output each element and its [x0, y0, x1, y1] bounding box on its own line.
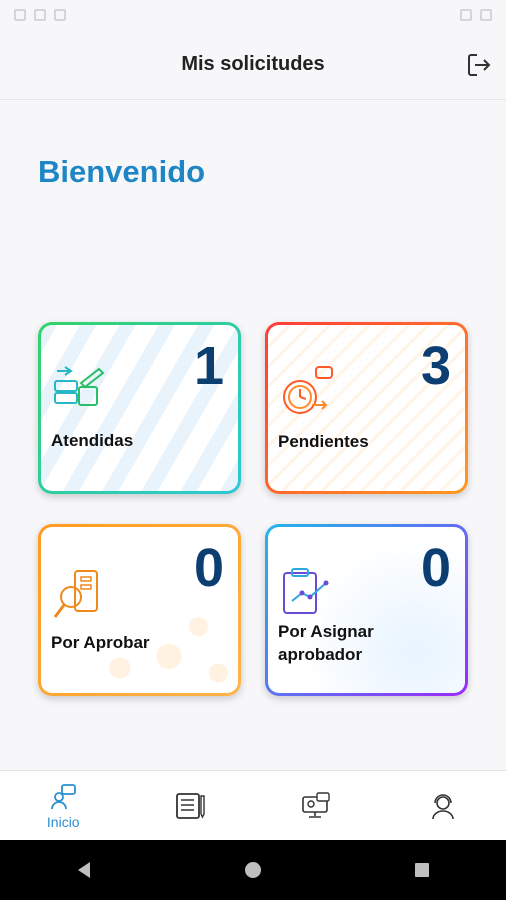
page-title: Mis solicitudes: [181, 53, 325, 75]
card-por-aprobar[interactable]: 0 Por Aprobar: [38, 524, 241, 696]
card-label: Por Asignar aprobador: [278, 620, 374, 666]
card-label-line: aprobador: [278, 645, 363, 664]
card-pendientes[interactable]: 3 Pendientes: [265, 322, 468, 494]
card-label: Pendientes: [278, 432, 369, 451]
nav-requests[interactable]: [127, 771, 254, 840]
card-label: Atendidas: [51, 431, 134, 450]
support-agent-icon: [431, 793, 454, 819]
card-count: 1: [193, 336, 224, 396]
assign-approver-icon: [283, 568, 329, 614]
attended-icon: [54, 366, 105, 406]
logout-button[interactable]: [464, 50, 494, 80]
recents-icon[interactable]: [412, 860, 432, 880]
nav-monitor[interactable]: [253, 771, 380, 840]
card-count: 0: [420, 538, 451, 598]
app-header: Mis solicitudes: [0, 30, 506, 100]
notification-icon: [54, 9, 66, 21]
welcome-heading: Bienvenido: [38, 154, 206, 189]
nav-support[interactable]: [380, 771, 506, 840]
pending-icon: [283, 366, 333, 414]
home-icon: [51, 783, 77, 809]
status-left: [14, 9, 66, 21]
logout-icon: [468, 54, 491, 76]
home-circle-icon[interactable]: [243, 860, 263, 880]
monitor-icon: [302, 791, 330, 818]
card-atendidas[interactable]: 1 Atendidas: [38, 322, 241, 494]
back-icon[interactable]: [74, 860, 94, 880]
card-label-line: Por Asignar: [278, 622, 374, 641]
card-por-asignar-aprobador[interactable]: 0 Por Asignar aprobador: [265, 524, 468, 696]
battery-icon: [480, 9, 492, 21]
card-label: Por Aprobar: [51, 633, 150, 652]
wifi-icon: [460, 9, 472, 21]
status-right: [460, 9, 492, 21]
approve-icon: [53, 570, 98, 618]
requests-list-icon: [175, 792, 205, 819]
notification-icon: [34, 9, 46, 21]
notification-icon: [14, 9, 26, 21]
status-bar: [0, 0, 506, 30]
system-nav-bar: [0, 840, 506, 900]
bottom-nav: Inicio: [0, 770, 506, 840]
nav-inicio[interactable]: Inicio: [0, 771, 127, 840]
card-count: 0: [193, 538, 224, 598]
card-count: 3: [420, 336, 451, 396]
nav-label: Inicio: [46, 813, 80, 830]
